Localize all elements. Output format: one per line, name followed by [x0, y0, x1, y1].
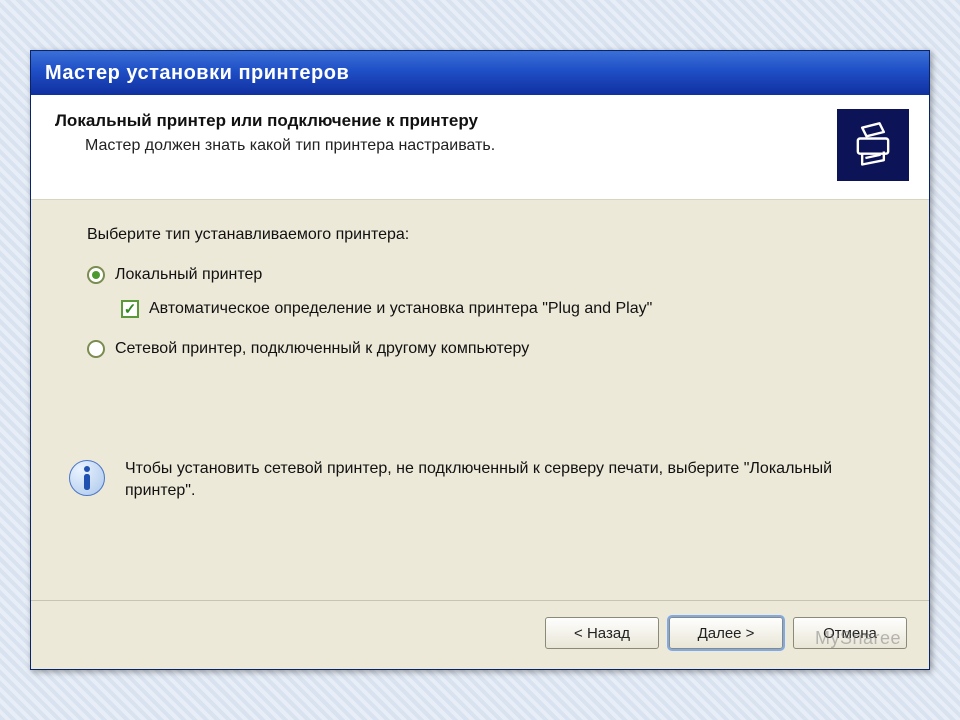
option-autodetect-label: Автоматическое определение и установка п…: [149, 300, 652, 318]
prompt-text: Выберите тип устанавливаемого принтера:: [87, 226, 889, 244]
checkbox-autodetect[interactable]: ✓: [121, 300, 139, 318]
header-title: Локальный принтер или подключение к прин…: [55, 111, 821, 131]
info-text: Чтобы установить сетевой принтер, не под…: [125, 458, 889, 503]
option-network-label: Сетевой принтер, подключенный к другому …: [115, 340, 529, 358]
info-block: Чтобы установить сетевой принтер, не под…: [67, 458, 889, 503]
radio-network[interactable]: [87, 340, 105, 358]
printer-icon: [837, 109, 909, 181]
radio-local[interactable]: [87, 266, 105, 284]
wizard-content: Выберите тип устанавливаемого принтера: …: [31, 200, 929, 600]
wizard-header: Локальный принтер или подключение к прин…: [31, 95, 929, 200]
option-autodetect-pnp[interactable]: ✓ Автоматическое определение и установка…: [121, 300, 889, 318]
option-local-printer[interactable]: Локальный принтер: [87, 266, 889, 284]
option-network-printer[interactable]: Сетевой принтер, подключенный к другому …: [87, 340, 889, 358]
cancel-button[interactable]: Отмена: [793, 617, 907, 649]
info-icon: [67, 458, 107, 498]
titlebar[interactable]: Мастер установки принтеров: [31, 51, 929, 95]
printer-wizard-dialog: Мастер установки принтеров Локальный при…: [30, 50, 930, 670]
option-local-label: Локальный принтер: [115, 266, 262, 284]
next-button[interactable]: Далее >: [669, 617, 783, 649]
back-button[interactable]: < Назад: [545, 617, 659, 649]
wizard-footer: < Назад Далее > Отмена: [31, 600, 929, 669]
window-title: Мастер установки принтеров: [45, 62, 349, 85]
header-subtitle: Мастер должен знать какой тип принтера н…: [85, 137, 821, 155]
